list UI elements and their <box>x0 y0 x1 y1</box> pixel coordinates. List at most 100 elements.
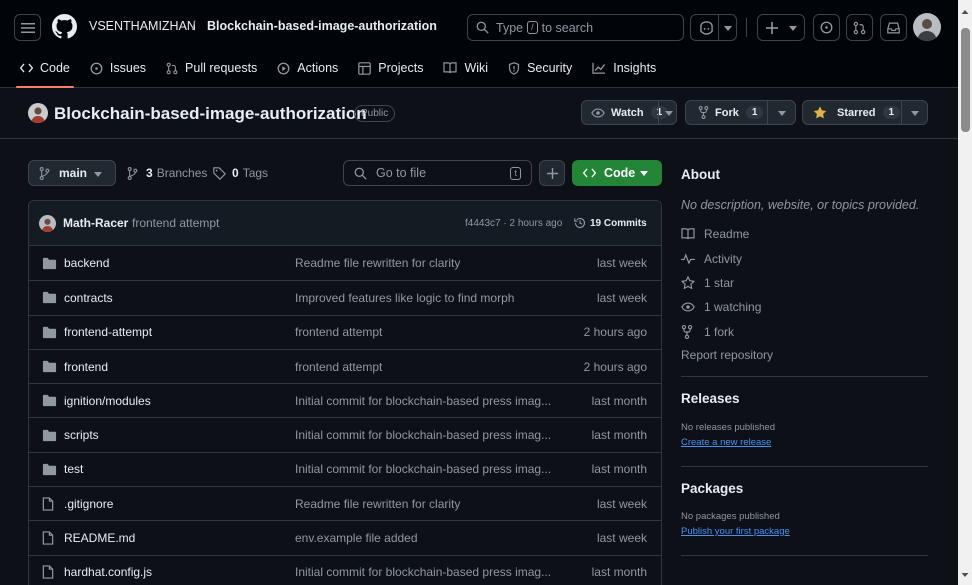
hamburger-menu-button[interactable] <box>14 14 41 41</box>
file-row: scripts Initial commit for blockchain-bas… <box>29 417 661 451</box>
file-commit-message-link[interactable]: frontend attempt <box>295 360 550 374</box>
file-commit-time: last month <box>591 428 647 443</box>
commits-history-link[interactable]: 19 Commits <box>574 217 647 229</box>
search-shortcut-key: / <box>527 21 538 34</box>
tab-wiki[interactable]: Wiki <box>433 56 498 80</box>
file-commit-message-link[interactable]: Improved features like logic to find mor… <box>295 291 550 305</box>
file-name-link[interactable]: hardhat.config.js <box>64 565 152 579</box>
file-name-link[interactable]: README.md <box>64 531 135 545</box>
packages-title[interactable]: Packages <box>681 481 928 496</box>
repo-title[interactable]: Blockchain-based-image-authorization <box>54 104 367 124</box>
scrollbar-thumb[interactable] <box>961 28 970 132</box>
about-link-label: 1 fork <box>704 324 735 339</box>
file-commit-time: last week <box>596 256 647 271</box>
file-name-link[interactable]: contracts <box>64 291 113 305</box>
about-link-readme[interactable]: Readme <box>681 222 928 246</box>
about-link-1-fork[interactable]: 1 fork <box>681 320 928 344</box>
inbox-button[interactable] <box>880 14 907 41</box>
file-row: ignition/modules Initial commit for block… <box>29 383 661 417</box>
file-commit-message-link[interactable]: Readme file rewritten for clarity <box>295 497 550 511</box>
file-commit-message-link[interactable]: Initial commit for blockchain-based pres… <box>295 394 550 408</box>
report-repository-link[interactable]: Report repository <box>681 344 928 366</box>
chevron-down-icon <box>778 111 786 116</box>
latest-commit-bar: Math-Racer frontend attempt f4443c7 · 2 … <box>29 201 661 246</box>
branches-link[interactable]: 3 Branches <box>127 166 207 180</box>
commit-author[interactable]: Math-Racer <box>63 216 128 230</box>
divider <box>681 375 928 377</box>
starred-button[interactable]: Starred 1 <box>802 100 928 125</box>
about-link-label: 1 star <box>704 275 735 290</box>
file-commit-message-link[interactable]: Initial commit for blockchain-based pres… <box>295 428 550 442</box>
create-new-button[interactable] <box>757 14 805 41</box>
tab-insights[interactable]: Insights <box>582 56 666 80</box>
publish-package-link[interactable]: Publish your first package <box>681 526 928 537</box>
breadcrumb-repo[interactable]: Blockchain-based-image-authorization <box>207 19 437 33</box>
tab-label: Security <box>527 61 573 75</box>
tab-label: Insights <box>613 61 657 75</box>
tab-label: Actions <box>297 61 339 75</box>
commit-author-avatar[interactable] <box>39 215 56 232</box>
tab-security[interactable]: Security <box>498 56 582 80</box>
file-name-link[interactable]: frontend-attempt <box>64 325 152 339</box>
star-icon <box>681 276 695 290</box>
tab-issues[interactable]: Issues <box>80 56 156 80</box>
user-avatar[interactable] <box>913 13 941 41</box>
file-name-link[interactable]: scripts <box>64 428 99 442</box>
file-commit-time: last week <box>596 290 647 305</box>
file-commit-message-link[interactable]: Initial commit for blockchain-based pres… <box>295 565 550 579</box>
file-commit-message-link[interactable]: Readme file rewritten for clarity <box>295 256 550 270</box>
copilot-icon <box>700 20 713 35</box>
github-logo-icon[interactable] <box>52 14 77 39</box>
create-release-link[interactable]: Create a new release <box>681 437 928 448</box>
folder-icon <box>42 395 57 407</box>
file-commit-message-link[interactable]: frontend attempt <box>295 325 550 339</box>
tab-actions[interactable]: Actions <box>267 56 348 80</box>
branch-name: main <box>59 166 88 180</box>
file-name-link[interactable]: test <box>64 462 83 476</box>
about-link-1-star[interactable]: 1 star <box>681 271 928 295</box>
add-file-button[interactable] <box>539 160 565 186</box>
file-row: README.md env.example file added last week <box>29 520 661 554</box>
tab-code[interactable]: Code <box>10 56 80 88</box>
file-name-link[interactable]: backend <box>64 256 109 270</box>
hamburger-icon <box>20 22 35 33</box>
branch-selector[interactable]: main <box>28 160 116 186</box>
releases-title[interactable]: Releases <box>681 391 928 406</box>
repo-owner-avatar[interactable] <box>28 103 48 123</box>
about-link-activity[interactable]: Activity <box>681 246 928 270</box>
file-commit-message-link[interactable]: env.example file added <box>295 531 550 545</box>
about-link-label: Activity <box>704 251 743 266</box>
tags-count: 0 <box>232 166 239 180</box>
fork-button[interactable]: Fork 1 <box>685 100 796 125</box>
issues-button[interactable] <box>813 14 840 41</box>
watch-button[interactable]: Watch 1 <box>581 100 677 125</box>
file-row: hardhat.config.js Initial commit for bloc… <box>29 554 661 585</box>
pull-requests-button[interactable] <box>846 14 873 41</box>
copilot-button[interactable] <box>690 14 737 41</box>
code-dropdown-button[interactable]: Code <box>572 160 662 186</box>
scroll-up-arrow-icon[interactable] <box>958 6 972 18</box>
file-row: frontend frontend attempt 2 hours ago <box>29 348 661 383</box>
file-name-link[interactable]: ignition/modules <box>64 394 151 408</box>
fork-count: 1 <box>745 106 764 119</box>
inbox-icon <box>887 22 900 33</box>
tags-link[interactable]: 0 Tags <box>213 166 268 180</box>
global-header: VSENTHAMIZHAN / Blockchain-based-image-a… <box>0 0 958 88</box>
about-link-1-watching[interactable]: 1 watching <box>681 295 928 319</box>
file-name-link[interactable]: .gitignore <box>64 497 113 511</box>
shield-icon <box>508 61 520 75</box>
commit-hash-time[interactable]: f4443c7 · 2 hours ago <box>465 218 562 229</box>
tab-pull-requests[interactable]: Pull requests <box>156 56 267 80</box>
file-icon <box>42 531 54 545</box>
tab-label: Issues <box>109 61 147 75</box>
file-commit-message-link[interactable]: Initial commit for blockchain-based pres… <box>295 462 550 476</box>
branches-label: Branches <box>156 166 208 180</box>
breadcrumb-owner[interactable]: VSENTHAMIZHAN <box>89 19 196 33</box>
tab-projects[interactable]: Projects <box>348 56 433 80</box>
scroll-down-arrow-icon[interactable] <box>958 569 972 581</box>
commit-message[interactable]: frontend attempt <box>132 216 219 230</box>
global-search-input[interactable]: Type / to search <box>467 14 684 41</box>
file-commit-time: 2 hours ago <box>583 359 647 374</box>
file-name-link[interactable]: frontend <box>64 360 108 374</box>
go-to-file-input[interactable]: Go to file t <box>343 160 532 186</box>
